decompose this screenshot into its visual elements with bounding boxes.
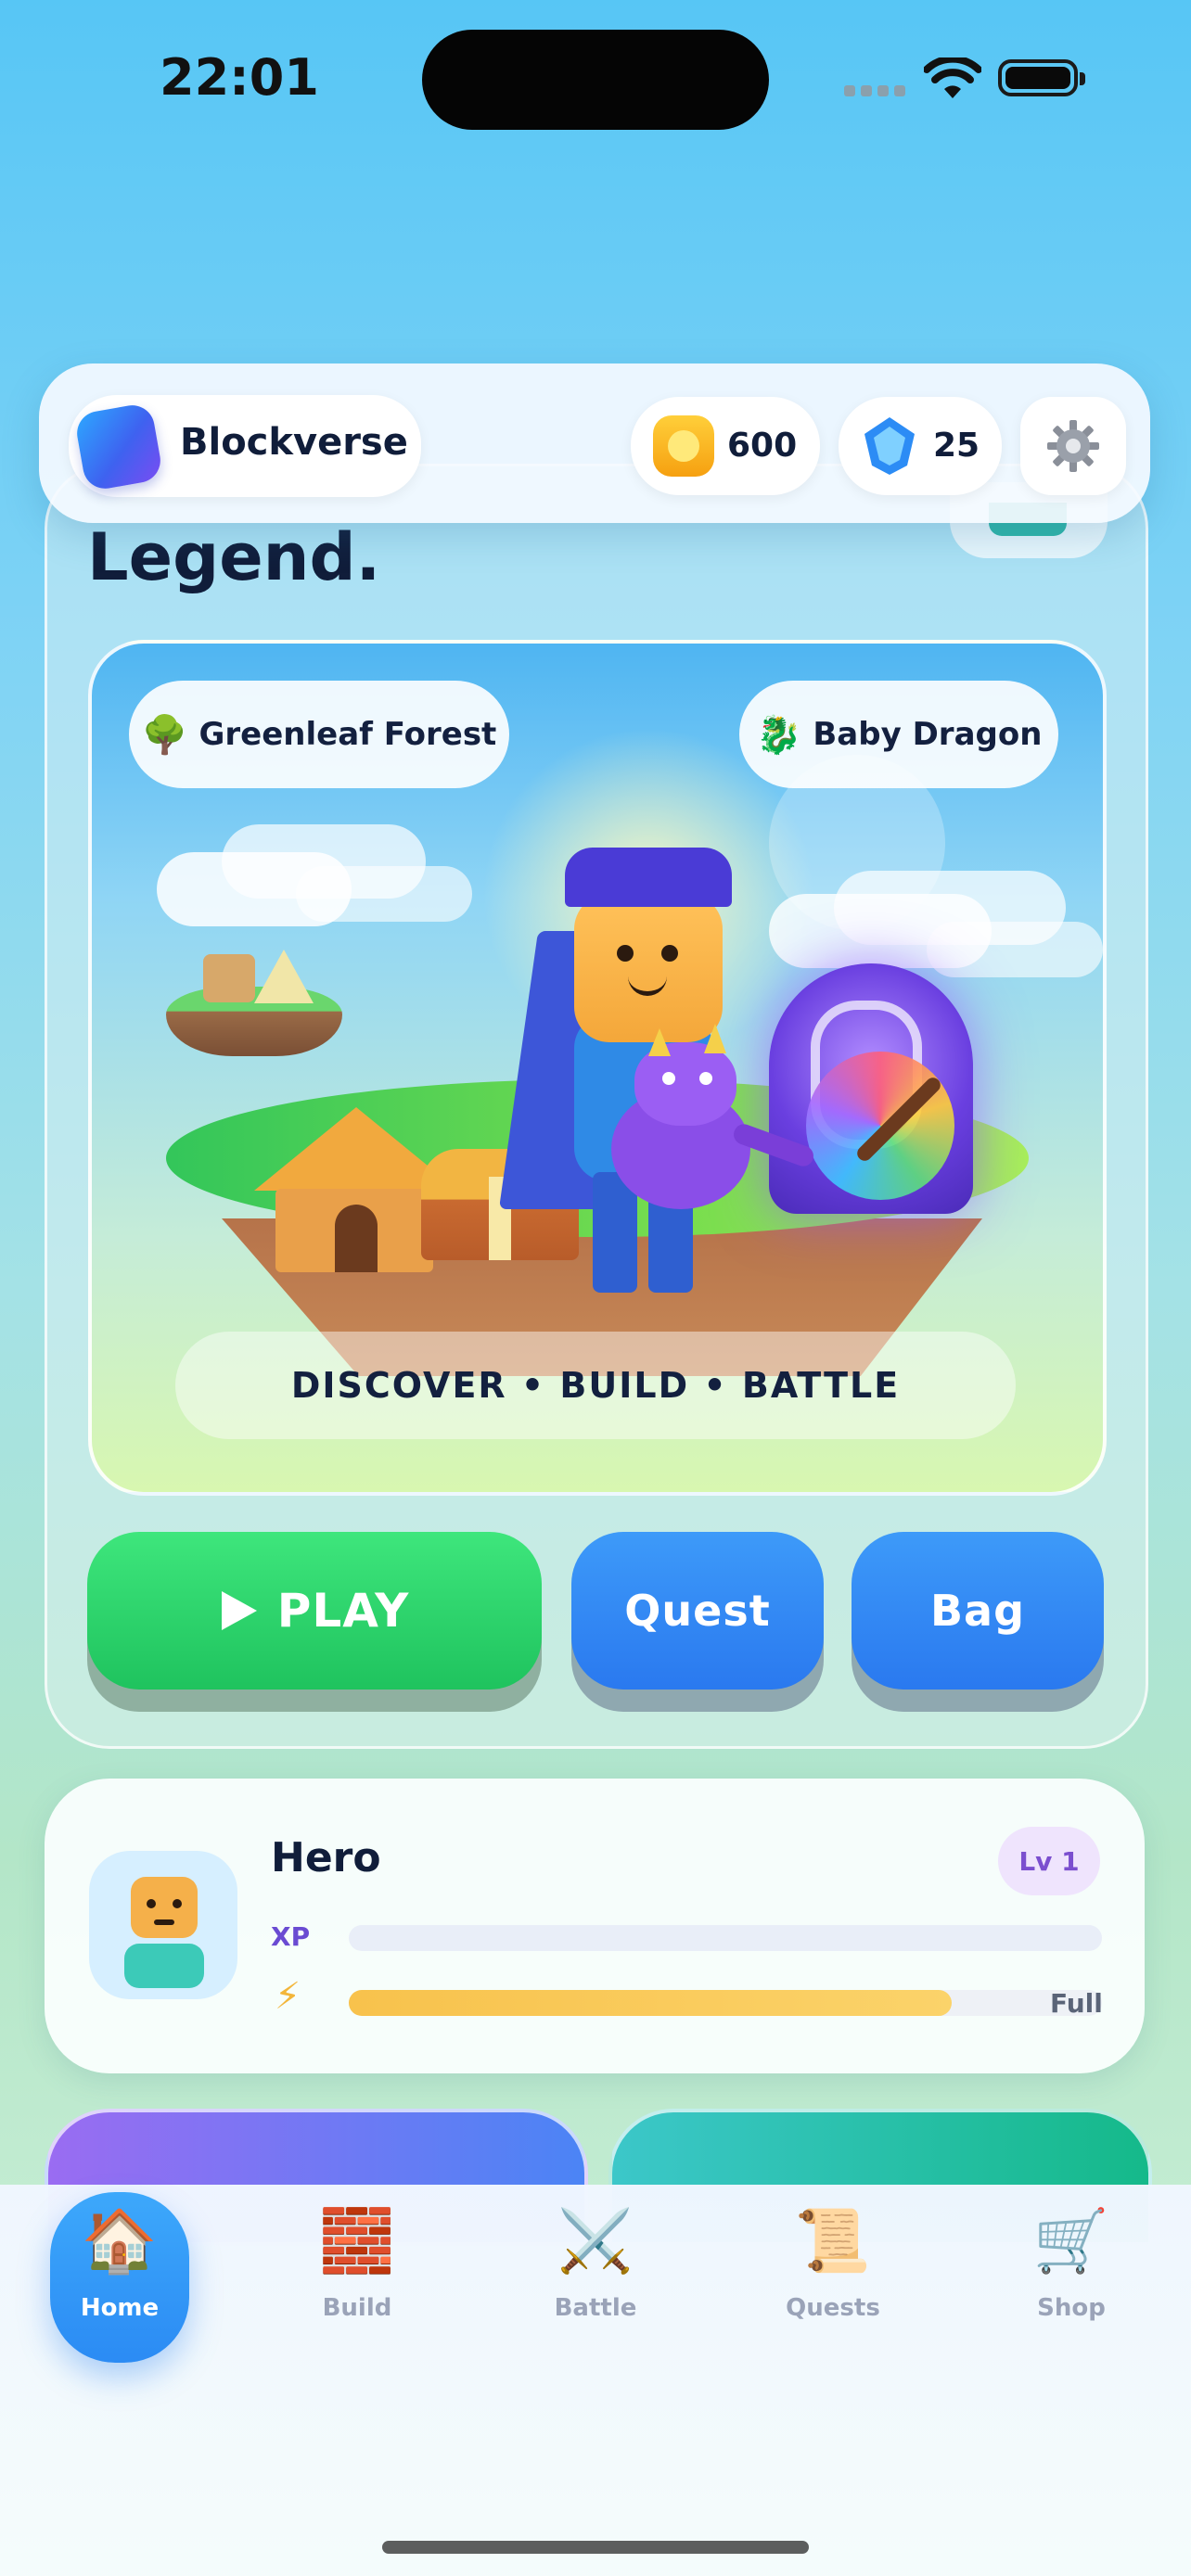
crossed-swords-icon: ⚔️ bbox=[557, 2205, 634, 2276]
app-name: Blockverse bbox=[180, 421, 408, 464]
xp-bar bbox=[349, 1925, 1102, 1951]
tree-icon: 🌳 bbox=[141, 713, 188, 757]
scroll-icon: 📜 bbox=[794, 2205, 872, 2276]
level-text: Lv 1 bbox=[1018, 1845, 1080, 1877]
game-scene-illustration: 🌳 Greenleaf Forest 🐉 Baby Dragon DISCOVE… bbox=[88, 640, 1107, 1496]
gear-icon bbox=[1047, 420, 1099, 472]
coin-icon bbox=[653, 415, 714, 477]
page-title: Legend. bbox=[87, 519, 381, 595]
play-button[interactable]: PLAY bbox=[87, 1532, 542, 1690]
nav-label-battle: Battle bbox=[554, 2294, 637, 2322]
gem-balance[interactable]: 25 bbox=[839, 397, 1002, 495]
nav-label-home: Home bbox=[80, 2294, 160, 2322]
house-icon: 🏠 bbox=[81, 2205, 159, 2276]
play-icon bbox=[221, 1591, 257, 1630]
status-time: 22:01 bbox=[160, 48, 319, 107]
nav-item-battle[interactable]: ⚔️ Battle bbox=[521, 2192, 670, 2363]
gem-icon bbox=[864, 417, 915, 475]
nav-label-shop: Shop bbox=[1037, 2294, 1106, 2322]
avatar bbox=[89, 1851, 237, 1999]
quest-label: Quest bbox=[624, 1586, 771, 1636]
app-logo-icon bbox=[73, 402, 164, 492]
level-badge: Lv 1 bbox=[998, 1827, 1100, 1895]
tagline-banner: DISCOVER • BUILD • BATTLE bbox=[175, 1332, 1016, 1439]
energy-bar bbox=[349, 1990, 1102, 2016]
coin-balance[interactable]: 600 bbox=[631, 397, 820, 495]
nav-item-home[interactable]: 🏠 Home bbox=[45, 2192, 194, 2363]
cart-icon: 🛒 bbox=[1032, 2205, 1110, 2276]
nav-label-build: Build bbox=[322, 2294, 392, 2322]
energy-bar-fill bbox=[349, 1990, 952, 2016]
coin-count: 600 bbox=[727, 427, 798, 465]
pet-tag[interactable]: 🐉 Baby Dragon bbox=[739, 681, 1058, 788]
location-tag[interactable]: 🌳 Greenleaf Forest bbox=[129, 681, 509, 788]
bag-label: Bag bbox=[929, 1586, 1026, 1636]
location-name: Greenleaf Forest bbox=[198, 716, 497, 753]
quest-button[interactable]: Quest bbox=[571, 1532, 824, 1690]
dynamic-island bbox=[422, 30, 769, 130]
home-indicator[interactable] bbox=[382, 2541, 809, 2554]
lightning-icon: ⚡ bbox=[275, 1975, 301, 2018]
bag-button[interactable]: Bag bbox=[852, 1532, 1104, 1690]
nav-item-build[interactable]: 🧱 Build bbox=[283, 2192, 431, 2363]
nav-item-quests[interactable]: 📜 Quests bbox=[759, 2192, 907, 2363]
tagline: DISCOVER • BUILD • BATTLE bbox=[290, 1365, 901, 1406]
battery-icon bbox=[998, 59, 1085, 96]
dragon-icon: 🐉 bbox=[755, 713, 802, 757]
gem-count: 25 bbox=[933, 427, 980, 465]
play-label: PLAY bbox=[276, 1584, 410, 1638]
nav-label-quests: Quests bbox=[786, 2294, 880, 2322]
cellular-signal-icon bbox=[844, 85, 909, 98]
app-brand[interactable]: Blockverse bbox=[69, 395, 421, 497]
bricks-icon: 🧱 bbox=[318, 2205, 396, 2276]
pet-name: Baby Dragon bbox=[813, 716, 1043, 753]
nav-item-shop[interactable]: 🛒 Shop bbox=[997, 2192, 1146, 2363]
energy-status: Full bbox=[1050, 1988, 1103, 2019]
xp-label: XP bbox=[271, 1921, 311, 1952]
settings-button[interactable] bbox=[1020, 397, 1126, 495]
wifi-icon bbox=[924, 57, 981, 98]
hero-name: Hero bbox=[271, 1834, 381, 1881]
